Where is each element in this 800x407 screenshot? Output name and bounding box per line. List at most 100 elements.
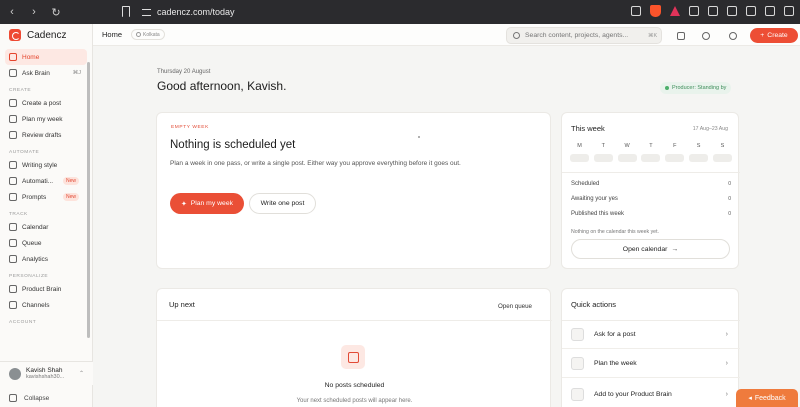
card-eyebrow: EMPTY WEEK xyxy=(171,125,209,130)
shortcut-label: ⌘J xyxy=(72,70,81,76)
week-note: Nothing on the calendar this week yet. xyxy=(571,229,659,235)
sidebar: Cadencz Home Ask Brain ⌘J CREATE Create … xyxy=(0,24,93,407)
day-column[interactable]: W xyxy=(617,143,637,162)
search-input[interactable] xyxy=(525,32,643,39)
address-bar[interactable]: cadencz.com/today xyxy=(142,4,235,20)
sidebar-item-analytics[interactable]: Analytics xyxy=(5,251,87,267)
brave-shield-icon[interactable] xyxy=(650,5,661,17)
forward-icon[interactable]: › xyxy=(28,6,40,18)
extensions-icon[interactable] xyxy=(689,6,699,16)
chevron-right-icon: › xyxy=(725,390,728,398)
sidebar-scrollbar[interactable] xyxy=(87,62,90,338)
day-cell xyxy=(570,154,589,162)
collapse-button[interactable]: Collapse xyxy=(9,394,49,402)
brand[interactable]: Cadencz xyxy=(0,24,92,46)
sidebar-item-writing-style[interactable]: Writing style xyxy=(5,157,87,173)
create-button[interactable]: + Create xyxy=(750,28,798,43)
day-cell xyxy=(617,154,637,162)
gift-icon[interactable] xyxy=(677,32,685,40)
bookmark-icon[interactable] xyxy=(122,6,130,17)
brand-name: Cadencz xyxy=(27,29,67,41)
bolt-icon xyxy=(9,177,17,185)
week-range: 17 Aug–23 Aug xyxy=(692,126,728,132)
write-one-post-button[interactable]: Write one post xyxy=(249,193,316,214)
megaphone-icon: ◂ xyxy=(748,395,752,402)
chevron-updown-icon: ⌃ xyxy=(78,371,84,377)
plan-my-week-button[interactable]: ✦ Plan my week xyxy=(170,193,244,214)
card-description: Plan a week in one pass, or write a sing… xyxy=(170,160,461,167)
moon-icon[interactable] xyxy=(729,32,737,40)
wand-icon xyxy=(571,356,584,370)
day-column[interactable]: M xyxy=(570,143,589,162)
menu-icon[interactable] xyxy=(784,6,794,16)
open-calendar-button[interactable]: Open calendar → xyxy=(571,239,730,259)
day-cell xyxy=(593,154,613,162)
page-title: Good afternoon, Kavish. xyxy=(157,79,287,93)
help-icon[interactable] xyxy=(702,32,710,40)
open-queue-link[interactable]: Open queue xyxy=(498,303,532,310)
chat-icon xyxy=(571,327,584,341)
current-date: Thursday 20 August xyxy=(157,69,211,75)
stat-published: Published this week 0 xyxy=(571,211,731,217)
status-dot-icon xyxy=(665,86,669,90)
reload-icon[interactable]: ↻ xyxy=(50,6,62,19)
sidebar-item-plan-week[interactable]: Plan my week xyxy=(5,111,87,127)
sidebar-item-product-brain[interactable]: Product Brain xyxy=(5,281,87,297)
sidebar-item-calendar[interactable]: Calendar xyxy=(5,219,87,235)
day-column[interactable]: T xyxy=(593,143,613,162)
sidebar-item-prompts[interactable]: Prompts New xyxy=(5,189,87,205)
section-label-personalize: PERSONALIZE xyxy=(9,274,49,279)
search-box[interactable]: ⌘K xyxy=(506,27,662,44)
site-settings-icon[interactable] xyxy=(142,8,151,16)
calendar-icon xyxy=(9,223,17,231)
day-column[interactable]: S xyxy=(712,143,732,162)
leo-icon[interactable] xyxy=(746,6,756,16)
sidebar-item-ask-brain[interactable]: Ask Brain ⌘J xyxy=(5,65,87,81)
browser-toolbar: ‹ › ↻ cadencz.com/today xyxy=(0,0,800,24)
day-column[interactable]: S xyxy=(689,143,709,162)
day-column[interactable]: F xyxy=(665,143,685,162)
cursor-dot xyxy=(418,136,420,138)
share-icon xyxy=(9,301,17,309)
pen-icon xyxy=(9,161,17,169)
quick-action-ask-post[interactable]: Ask for a post › xyxy=(562,320,740,348)
chevron-right-icon: › xyxy=(725,359,728,367)
quick-action-product-brain[interactable]: Add to your Product Brain › xyxy=(562,380,740,407)
sidebar-item-home[interactable]: Home xyxy=(5,49,87,65)
sidebar-item-create-post[interactable]: Create a post xyxy=(5,95,87,111)
user-menu[interactable]: Kavish Shah kavishshah30... ⌃ xyxy=(0,361,93,385)
section-label-account: ACCOUNT xyxy=(9,320,37,325)
screen-icon[interactable] xyxy=(631,6,641,16)
stat-scheduled: Scheduled 0 xyxy=(571,181,731,187)
breadcrumb[interactable]: Home xyxy=(102,30,122,39)
top-bar: Home Kolkata ⌘K + Create xyxy=(93,24,800,46)
divider xyxy=(562,377,740,378)
feedback-button[interactable]: ◂ Feedback xyxy=(736,389,798,407)
day-cell xyxy=(689,154,709,162)
empty-week-card: EMPTY WEEK Nothing is scheduled yet Plan… xyxy=(156,112,551,269)
section-label-track: TRACK xyxy=(9,212,28,217)
day-column[interactable]: T xyxy=(641,143,661,162)
brave-rewards-icon[interactable] xyxy=(670,6,680,16)
plus-icon: + xyxy=(760,32,765,39)
stat-awaiting: Awaiting your yes 0 xyxy=(571,196,731,202)
sidebar-item-queue[interactable]: Queue xyxy=(5,235,87,251)
sidebar-item-automations[interactable]: Automati... New xyxy=(5,173,87,189)
section-label-automate: AUTOMATE xyxy=(9,150,40,155)
sidebar-toggle-icon[interactable] xyxy=(708,6,718,16)
brain-icon xyxy=(9,69,17,77)
queue-icon xyxy=(9,239,17,247)
card-title: Nothing is scheduled yet xyxy=(170,139,296,151)
vpn-icon[interactable] xyxy=(765,6,775,16)
timezone-chip[interactable]: Kolkata xyxy=(131,29,165,40)
search-shortcut: ⌘K xyxy=(648,32,658,39)
week-days: M T W T F S S xyxy=(570,143,732,162)
back-icon[interactable]: ‹ xyxy=(6,6,18,18)
quick-action-plan-week[interactable]: Plan the week › xyxy=(562,349,740,377)
sidebar-item-review-drafts[interactable]: Review drafts xyxy=(5,127,87,143)
url-text: cadencz.com/today xyxy=(157,7,235,17)
chevron-right-icon: › xyxy=(725,330,728,338)
empty-state-subtitle: Your next scheduled posts will appear he… xyxy=(296,398,413,404)
wallet-icon[interactable] xyxy=(727,6,737,16)
sidebar-item-channels[interactable]: Channels xyxy=(5,297,87,313)
